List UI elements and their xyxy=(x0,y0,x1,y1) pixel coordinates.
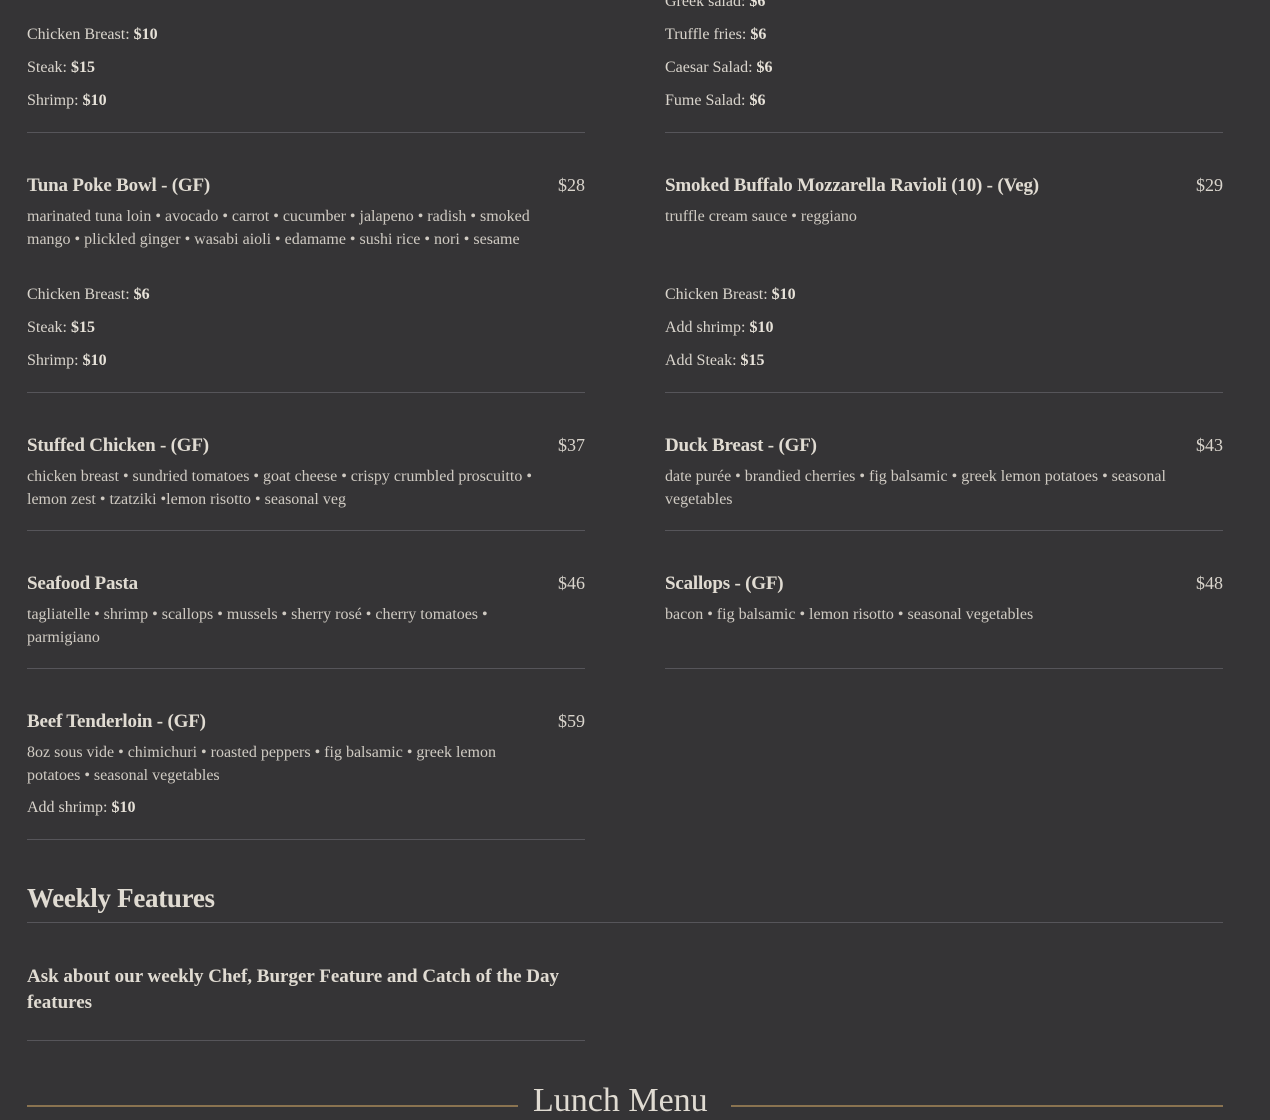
lunch-menu-heading: Lunch Menu xyxy=(533,1082,708,1119)
item-description: date purée • brandied cherries • fig bal… xyxy=(665,468,1166,508)
addon-line: Add shrimp: $10 xyxy=(27,799,136,816)
item-price: $48 xyxy=(1196,573,1223,593)
addon-line: Chicken Breast: $10 xyxy=(27,26,158,43)
item-description: marinated tuna loin • avocado • carrot •… xyxy=(27,208,530,248)
item-price: $28 xyxy=(558,175,585,195)
divider xyxy=(27,668,585,669)
addon-line: Shrimp: $10 xyxy=(27,92,107,109)
divider xyxy=(27,530,585,531)
addon-line: Steak: $15 xyxy=(27,59,95,76)
addon-line: Fume Salad: $6 xyxy=(665,92,766,109)
addon-line: Caesar Salad: $6 xyxy=(665,59,773,76)
item-price: $37 xyxy=(558,435,585,455)
item-description: 8oz sous vide • chimichuri • roasted pep… xyxy=(27,744,496,784)
item-name: Seafood Pasta xyxy=(27,573,138,594)
addon-line: Add Steak: $15 xyxy=(665,352,765,369)
divider xyxy=(665,132,1223,133)
section-divider xyxy=(27,922,1223,923)
divider xyxy=(27,1040,585,1041)
divider xyxy=(665,668,1223,669)
menu-item-beef-tenderloin: Beef Tenderloin - (GF) $59 xyxy=(27,711,585,735)
menu-item-stuffed-chicken: Stuffed Chicken - (GF) $37 xyxy=(27,435,585,459)
weekly-features-heading: Weekly Features xyxy=(27,883,215,913)
item-name: Scallops - (GF) xyxy=(665,573,784,594)
item-name: Smoked Buffalo Mozzarella Ravioli (10) -… xyxy=(665,175,1039,196)
divider xyxy=(665,530,1223,531)
addon-line: Greek salad: $6 xyxy=(665,0,766,10)
menu-item-tuna-poke-bowl: Tuna Poke Bowl - (GF) $28 xyxy=(27,175,585,199)
menu-item-seafood-pasta: Seafood Pasta $46 xyxy=(27,573,585,597)
item-price: $59 xyxy=(558,711,585,731)
lunch-heading-rule-left xyxy=(27,1105,518,1107)
addon-line: Add shrimp: $10 xyxy=(665,319,774,336)
item-name: Beef Tenderloin - (GF) xyxy=(27,711,206,732)
divider xyxy=(27,132,585,133)
menu-item-ravioli: Smoked Buffalo Mozzarella Ravioli (10) -… xyxy=(665,175,1223,199)
menu-item-scallops: Scallops - (GF) $48 xyxy=(665,573,1223,597)
menu-item-duck-breast: Duck Breast - (GF) $43 xyxy=(665,435,1223,459)
item-description: truffle cream sauce • reggiano xyxy=(665,208,857,225)
addon-line: Truffle fries: $6 xyxy=(665,26,767,43)
divider xyxy=(27,392,585,393)
item-price: $46 xyxy=(558,573,585,593)
divider xyxy=(27,839,585,840)
item-name: Tuna Poke Bowl - (GF) xyxy=(27,175,211,196)
item-description: chicken breast • sundried tomatoes • goa… xyxy=(27,468,532,508)
addon-line: Chicken Breast: $6 xyxy=(27,286,150,303)
divider xyxy=(665,392,1223,393)
item-description: tagliatelle • shrimp • scallops • mussel… xyxy=(27,606,488,646)
item-name: Duck Breast - (GF) xyxy=(665,435,817,456)
addon-line: Chicken Breast: $10 xyxy=(665,286,796,303)
item-price: $43 xyxy=(1196,435,1223,455)
addon-line: Steak: $15 xyxy=(27,319,95,336)
item-description: bacon • fig balsamic • lemon risotto • s… xyxy=(665,606,1034,623)
weekly-features-text: Ask about our weekly Chef, Burger Featur… xyxy=(27,966,559,1013)
addon-line: Shrimp: $10 xyxy=(27,352,107,369)
lunch-heading-rule-right xyxy=(731,1105,1223,1107)
item-price: $29 xyxy=(1196,175,1223,195)
item-name: Stuffed Chicken - (GF) xyxy=(27,435,209,456)
